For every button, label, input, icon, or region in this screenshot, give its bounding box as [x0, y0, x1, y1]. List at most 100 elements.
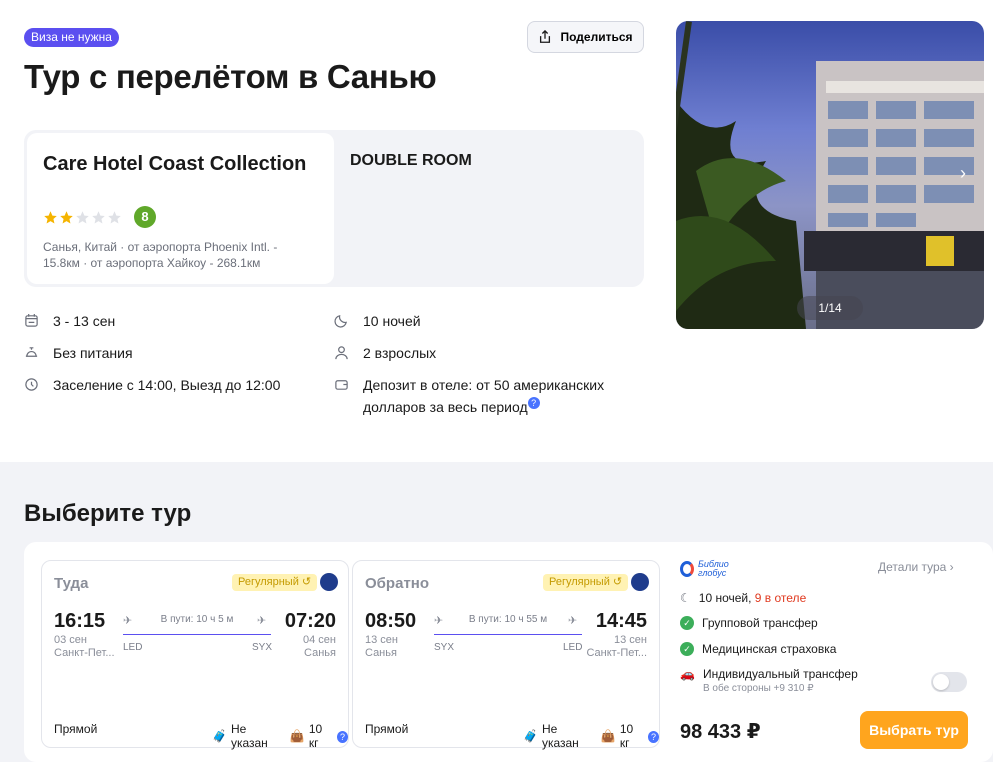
checked-baggage: 10 кг [308, 722, 323, 750]
airline-logo-icon [631, 573, 649, 591]
tour-details-link[interactable]: Детали тура › [878, 560, 954, 574]
flight-type: Прямой [54, 722, 98, 736]
individual-transfer-toggle[interactable] [931, 672, 967, 692]
individual-transfer-price: В обе стороны +9 310 ₽ [702, 683, 814, 694]
hotel-panel: Care Hotel Coast Collection 8 Санья, Кит… [24, 130, 644, 287]
takeoff-icon: ✈ [123, 615, 133, 627]
tour-header-section: Виза не нужна Тур с перелётом в Санью По… [0, 0, 993, 462]
arrival-date: 13 сен [614, 634, 647, 646]
choose-tour-button[interactable]: Выбрать тур [860, 711, 968, 749]
transfer-text: Групповой трансфер [702, 616, 818, 630]
flight-return[interactable]: Обратно Регулярный ↺ 08:50 13 сен Санья ✈… [352, 560, 660, 750]
car-icon: 🚗 [680, 667, 695, 681]
moon-icon [334, 315, 347, 328]
hotel-photo[interactable] [676, 21, 984, 329]
airline-logo-icon [320, 573, 338, 591]
landing-icon: ✈ [568, 615, 578, 627]
star-filled-icon [60, 211, 73, 224]
moon-icon: ☾ [680, 591, 691, 605]
arrival-time: 07:20 [284, 610, 336, 632]
from-airport-code: LED [123, 642, 143, 653]
calendar-icon [25, 313, 38, 327]
next-photo-arrow[interactable]: › [960, 163, 966, 184]
departure-time: 16:15 [54, 610, 106, 632]
hand-baggage: Не указан [230, 722, 268, 750]
to-airport-code: SYX [252, 642, 273, 653]
share-label: Поделиться [560, 30, 633, 44]
info-deposit: Депозит в отеле: от 50 американских долл… [334, 374, 624, 418]
info-checkin: Заселение с 14:00, Выезд до 12:00 [24, 374, 280, 396]
question-icon[interactable]: ? [336, 730, 348, 743]
dates-text: 3 - 13 сен [53, 313, 116, 329]
route-line [434, 634, 582, 635]
departure-date: 13 сен [365, 634, 398, 646]
insurance-text: Медицинская страховка [702, 642, 837, 656]
departure-time: 08:50 [365, 610, 417, 632]
operator-logo: Библио глобус [680, 560, 729, 578]
nights-hotel: 9 в отеле [754, 591, 807, 605]
hotel-location: Санья, Китай · от аэропорта Phoenix Intl… [43, 240, 278, 270]
arrival-date: 04 сен [303, 634, 336, 646]
check-icon: ✓ [680, 616, 694, 630]
arrival-time: 14:45 [595, 610, 647, 632]
question-icon[interactable]: ? [647, 730, 659, 743]
operator-logo-icon [680, 561, 694, 577]
history-icon: ↺ [612, 576, 623, 588]
checked-baggage: 10 кг [619, 722, 634, 750]
tour-price: 98 433 ₽ [680, 721, 761, 743]
chevron-right-icon: › [949, 560, 954, 574]
deposit-text: Депозит в отеле: от 50 американских долл… [363, 377, 605, 415]
hotel-building-image [676, 21, 984, 329]
clock-icon [25, 378, 38, 391]
flight-duration: В пути: 10 ч 55 м [468, 614, 548, 625]
baggage-info: 🧳 Не указан 👜 10 кг ? [523, 722, 659, 750]
bag-icon: 👜 [289, 729, 305, 743]
departure-city: Санкт-Пет... [54, 647, 115, 659]
hotel-card[interactable]: Care Hotel Coast Collection 8 Санья, Кит… [27, 133, 334, 284]
arrival-city: Санкт-Пет... [586, 647, 647, 659]
meals-text: Без питания [53, 345, 133, 361]
regular-badge: Регулярный ↺ [232, 574, 318, 591]
section-title: Выберите тур [24, 500, 192, 527]
flight-outbound[interactable]: Туда Регулярный ↺ 16:15 03 сен Санкт-Пет.… [41, 560, 349, 750]
nights-text: 10 ночей [363, 313, 421, 329]
info-nights: 10 ночей [334, 310, 421, 332]
tour-selection-section: Выберите тур Туда Регулярный ↺ 16:15 03 с… [0, 462, 993, 762]
cloche-icon [25, 347, 38, 357]
flight-duration: В пути: 10 ч 5 м [160, 614, 234, 625]
arrival-city: Санья [304, 647, 336, 659]
flight-type: Прямой [365, 722, 409, 736]
hand-baggage: Не указан [541, 722, 579, 750]
suitcase-icon: 🧳 [523, 729, 538, 743]
hotel-name[interactable]: Care Hotel Coast Collection [43, 151, 323, 177]
check-icon: ✓ [680, 642, 694, 656]
bag-icon: 👜 [600, 729, 616, 743]
room-type: DOUBLE ROOM [350, 152, 472, 169]
departure-date: 03 сен [54, 634, 87, 646]
history-icon: ↺ [301, 576, 312, 588]
baggage-info: 🧳 Не указан 👜 10 кг ? [212, 722, 348, 750]
offer-transfer: ✓ Групповой трансфер [680, 616, 818, 630]
share-button[interactable]: Поделиться [527, 21, 644, 53]
route-line [123, 634, 271, 635]
offer-individual-transfer: 🚗 Индивидуальный трансфер В обе стороны … [680, 667, 858, 694]
checkin-text: Заселение с 14:00, Выезд до 12:00 [53, 377, 281, 393]
info-meals: Без питания [24, 342, 133, 364]
regular-badge: Регулярный ↺ [543, 574, 629, 591]
suitcase-icon: 🧳 [212, 729, 227, 743]
share-icon [540, 30, 551, 43]
takeoff-icon: ✈ [434, 615, 444, 627]
flight-direction: Обратно [365, 575, 430, 592]
guests-text: 2 взрослых [363, 345, 437, 361]
info-dates: 3 - 13 сен [24, 310, 115, 332]
page-title: Тур с перелётом в Санью [24, 58, 437, 95]
from-airport-code: SYX [434, 642, 455, 653]
flight-direction: Туда [54, 575, 89, 592]
star-empty-icon [108, 211, 121, 224]
landing-icon: ✈ [257, 615, 267, 627]
question-icon[interactable]: ? [527, 397, 540, 409]
nights-total: 10 ночей, [698, 591, 752, 605]
visa-badge: Виза не нужна [24, 28, 119, 47]
star-empty-icon [92, 211, 105, 224]
offer-insurance: ✓ Медицинская страховка [680, 642, 836, 656]
